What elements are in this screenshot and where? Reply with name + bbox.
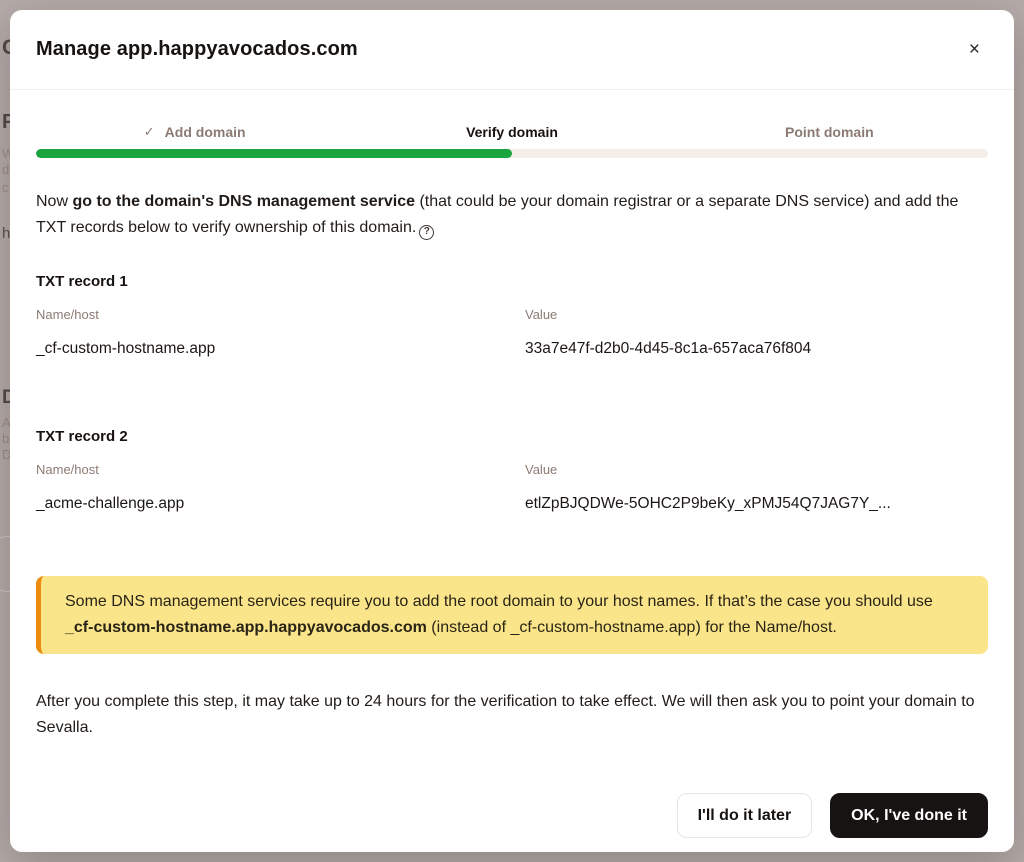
record-name-host: _cf-custom-hostname.app <box>36 340 525 358</box>
help-icon[interactable]: ? <box>419 225 434 240</box>
txt-record-2: TXT record 2 Name/host Value _acme-chall… <box>36 428 988 513</box>
step-label: Add domain <box>165 124 246 140</box>
manage-domain-modal: Manage app.happyavocados.com × ✓ Add dom… <box>10 10 1014 852</box>
record-value: 33a7e47f-d2b0-4d45-8c1a-657aca76f804 <box>525 340 988 358</box>
modal-body: ✓ Add domain Verify domain Point domain … <box>10 90 1014 793</box>
dns-root-domain-callout: Some DNS management services require you… <box>36 576 988 654</box>
name-host-label: Name/host <box>36 462 525 477</box>
step-label: Verify domain <box>466 124 558 140</box>
value-label: Value <box>525 307 988 322</box>
check-icon: ✓ <box>144 124 155 140</box>
modal-title: Manage app.happyavocados.com <box>36 38 358 61</box>
step-point-domain: Point domain <box>671 124 988 140</box>
backdrop-text-fragment: d <box>2 163 9 176</box>
modal-header: Manage app.happyavocados.com × <box>10 10 1014 90</box>
callout-suffix: (instead of _cf-custom-hostname.app) for… <box>427 619 837 636</box>
instructions-bold: go to the domain's DNS management servic… <box>72 193 415 210</box>
record-name-host: _acme-challenge.app <box>36 495 525 513</box>
step-verify-domain: Verify domain <box>353 124 670 140</box>
close-icon[interactable]: × <box>961 36 988 63</box>
step-add-domain: ✓ Add domain <box>36 124 353 140</box>
backdrop-text-fragment: c <box>2 181 9 194</box>
value-label: Value <box>525 462 988 477</box>
progress-bar-fill <box>36 149 512 158</box>
backdrop-text-fragment: b <box>2 432 9 445</box>
step-indicator: ✓ Add domain Verify domain Point domain <box>36 124 988 140</box>
verification-time-note: After you complete this step, it may tak… <box>36 689 988 741</box>
name-host-label: Name/host <box>36 307 525 322</box>
step-label: Point domain <box>785 124 874 140</box>
record-title: TXT record 1 <box>36 273 988 290</box>
record-value: etlZpBJQDWe-5OHC2P9beKy_xPMJ54Q7JAG7Y_..… <box>525 495 988 513</box>
txt-record-1: TXT record 1 Name/host Value _cf-custom-… <box>36 273 988 358</box>
instructions-prefix: Now <box>36 193 72 210</box>
instructions-text: Now go to the domain's DNS management se… <box>36 189 988 241</box>
ok-done-button[interactable]: OK, I've done it <box>830 793 988 838</box>
modal-actions: I'll do it later OK, I've done it <box>10 793 1014 852</box>
record-title: TXT record 2 <box>36 428 988 445</box>
callout-bold-hostname: _cf-custom-hostname.app.happyavocados.co… <box>65 619 427 636</box>
do-it-later-button[interactable]: I'll do it later <box>677 793 813 838</box>
progress-bar <box>36 149 988 158</box>
callout-prefix: Some DNS management services require you… <box>65 593 933 610</box>
